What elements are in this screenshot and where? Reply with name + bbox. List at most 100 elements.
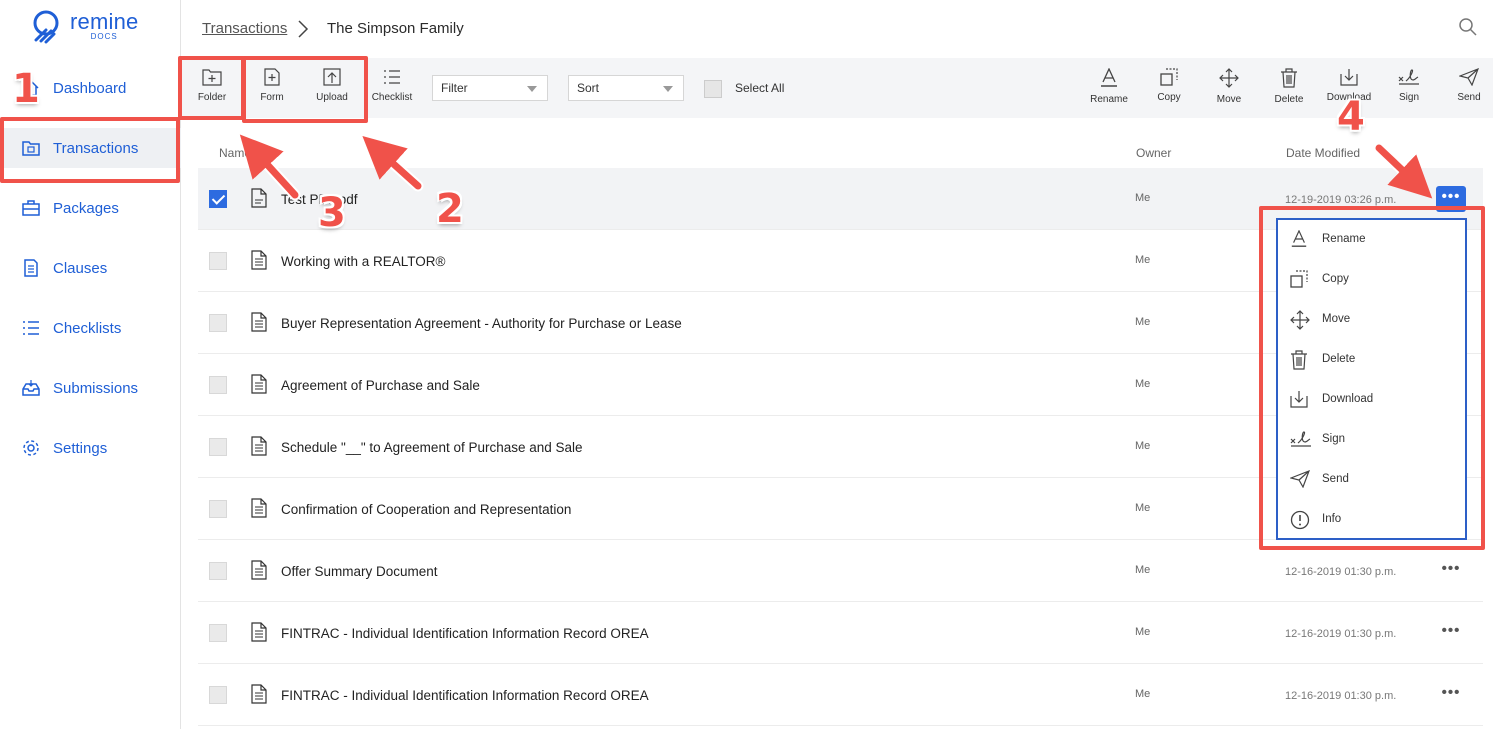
move-button[interactable]: Move <box>1199 68 1259 112</box>
sidebar-item-label: Packages <box>53 199 119 217</box>
menu-item-download[interactable]: Download <box>1278 380 1465 420</box>
chevron-down-icon <box>527 86 537 92</box>
filter-dropdown[interactable]: Filter <box>432 75 548 101</box>
row-checkbox[interactable] <box>209 438 227 456</box>
row-checkbox[interactable] <box>209 500 227 518</box>
sort-dropdown[interactable]: Sort <box>568 75 684 101</box>
row-name[interactable]: Schedule "__" to Agreement of Purchase a… <box>281 440 583 455</box>
send-button[interactable]: Send <box>1439 68 1493 112</box>
row-date-modified: 12-16-2019 01:30 p.m. <box>1285 566 1397 578</box>
row-context-menu: Rename Copy Move Delete Download Sign Se… <box>1276 218 1467 540</box>
checklist-button[interactable]: Checklist <box>362 68 422 112</box>
document-icon <box>251 560 267 580</box>
row-name[interactable]: Offer Summary Document <box>281 564 438 579</box>
row-more-options-button[interactable]: ••• <box>1436 558 1466 584</box>
column-header-date-modified[interactable]: Date Modified <box>1286 146 1360 160</box>
document-icon <box>251 250 267 270</box>
document-icon <box>24 259 38 277</box>
menu-item-label: Sign <box>1322 433 1346 445</box>
briefcase-icon <box>22 200 40 216</box>
document-icon <box>251 498 267 518</box>
row-owner: Me <box>1135 688 1151 700</box>
sidebar-item-clauses[interactable]: Clauses <box>0 248 181 288</box>
row-name[interactable]: Agreement of Purchase and Sale <box>281 378 480 393</box>
remine-logo[interactable]: remine DOCS <box>32 10 138 44</box>
info-icon <box>1290 510 1310 530</box>
new-form-button[interactable]: Form <box>242 68 302 112</box>
sidebar-item-label: Dashboard <box>53 79 127 97</box>
sidebar-item-label: Transactions <box>53 139 139 157</box>
home-icon <box>23 79 39 96</box>
row-checkbox[interactable] <box>209 624 227 642</box>
copy-label: Copy <box>1157 92 1181 103</box>
row-name[interactable]: Working with a REALTOR® <box>281 254 446 269</box>
download-icon <box>1340 69 1358 86</box>
sidebar-item-settings[interactable]: Settings <box>0 428 181 468</box>
row-name[interactable]: Test PDF.pdf <box>281 192 358 207</box>
send-icon <box>1290 470 1310 488</box>
logo-icon <box>33 10 59 44</box>
sidebar-item-checklists[interactable]: Checklists <box>0 308 181 348</box>
row-checkbox[interactable] <box>209 314 227 332</box>
menu-item-move[interactable]: Move <box>1278 300 1465 340</box>
select-all-checkbox[interactable] <box>704 80 722 98</box>
download-button[interactable]: Download <box>1319 68 1379 112</box>
menu-item-label: Send <box>1322 473 1349 485</box>
pdf-file-icon <box>251 188 267 208</box>
sidebar-item-dashboard[interactable]: Dashboard <box>0 68 181 108</box>
row-checkbox[interactable] <box>209 190 227 208</box>
row-more-options-button[interactable]: ••• <box>1436 186 1466 212</box>
menu-item-info[interactable]: Info <box>1278 500 1465 540</box>
menu-item-copy[interactable]: Copy <box>1278 260 1465 300</box>
row-checkbox[interactable] <box>209 376 227 394</box>
trash-icon <box>1291 350 1307 370</box>
menu-item-label: Move <box>1322 313 1351 325</box>
row-checkbox[interactable] <box>209 686 227 704</box>
app-window: remine DOCS Dashboard Transactions Packa… <box>0 0 1493 729</box>
document-icon <box>251 436 267 456</box>
select-all-label[interactable]: Select All <box>735 81 784 95</box>
table-row[interactable]: FINTRAC - Individual Identification Info… <box>198 602 1483 664</box>
move-label: Move <box>1216 94 1242 105</box>
sidebar-item-transactions[interactable]: Transactions <box>0 128 181 168</box>
menu-item-rename[interactable]: Rename <box>1278 220 1465 260</box>
download-label: Download <box>1326 92 1372 103</box>
row-more-options-button[interactable]: ••• <box>1436 620 1466 646</box>
send-label: Send <box>1457 92 1481 103</box>
table-row[interactable]: FINTRAC - Individual Identification Info… <box>198 664 1483 726</box>
row-date-modified: 12-16-2019 01:30 p.m. <box>1285 628 1397 640</box>
menu-item-send[interactable]: Send <box>1278 460 1465 500</box>
row-name[interactable]: Confirmation of Cooperation and Represen… <box>281 502 571 517</box>
row-checkbox[interactable] <box>209 252 227 270</box>
rename-icon <box>1101 68 1117 87</box>
sidebar-item-submissions[interactable]: Submissions <box>0 368 181 408</box>
row-more-options-button[interactable]: ••• <box>1436 682 1466 708</box>
menu-item-label: Info <box>1322 513 1342 525</box>
search-icon[interactable] <box>1459 18 1477 36</box>
rename-button[interactable]: Rename <box>1079 68 1139 112</box>
row-checkbox[interactable] <box>209 562 227 580</box>
row-owner: Me <box>1135 254 1151 266</box>
row-name[interactable]: FINTRAC - Individual Identification Info… <box>281 688 649 703</box>
menu-item-label: Copy <box>1322 273 1349 285</box>
breadcrumb-transactions-link[interactable]: Transactions <box>202 20 287 37</box>
menu-item-delete[interactable]: Delete <box>1278 340 1465 380</box>
column-header-owner[interactable]: Owner <box>1136 146 1171 160</box>
table-row[interactable]: Offer Summary Document Me 12-16-2019 01:30… <box>198 540 1483 602</box>
column-header-name[interactable]: Name <box>219 146 251 160</box>
menu-item-sign[interactable]: Sign <box>1278 420 1465 460</box>
row-name[interactable]: FINTRAC - Individual Identification Info… <box>281 626 649 641</box>
sign-button[interactable]: Sign <box>1379 68 1439 112</box>
toolbar: Folder Form Upload Checklist Filter Sort… <box>181 58 1493 118</box>
rename-label: Rename <box>1090 94 1128 105</box>
delete-button[interactable]: Delete <box>1259 68 1319 112</box>
row-date-modified: 12-16-2019 01:30 p.m. <box>1285 690 1397 702</box>
new-folder-button[interactable]: Folder <box>182 68 242 112</box>
row-name[interactable]: Buyer Representation Agreement - Authori… <box>281 316 682 331</box>
copy-button[interactable]: Copy <box>1139 68 1199 112</box>
row-date-modified: 12-19-2019 03:26 p.m. <box>1285 194 1397 206</box>
upload-button[interactable]: Upload <box>302 68 362 112</box>
menu-item-label: Download <box>1322 393 1374 405</box>
new-folder-label: Folder <box>197 92 227 103</box>
sidebar-item-packages[interactable]: Packages <box>0 188 181 228</box>
